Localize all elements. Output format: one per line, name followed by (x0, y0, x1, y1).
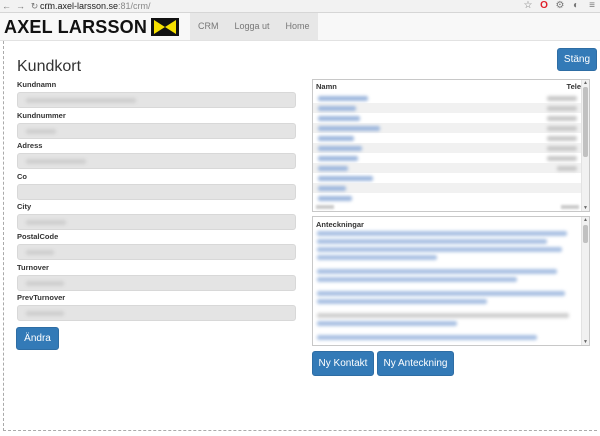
contact-row[interactable] (313, 123, 583, 133)
notes-title: Anteckningar (316, 220, 364, 229)
menu-icon[interactable]: ≡ (587, 1, 597, 11)
url-path: :81/crm/ (118, 1, 151, 11)
turnover-field[interactable] (17, 275, 296, 291)
kundnamn-field[interactable] (17, 92, 296, 108)
field-label-kundnummer: Kundnummer (17, 111, 66, 120)
field-label-city: City (17, 202, 32, 211)
field-label-co: Co (17, 172, 27, 181)
address-bar[interactable]: crm.axel-larsson.se:81/crm/ (40, 0, 151, 13)
postalcode-field[interactable] (17, 244, 296, 260)
new-note-button[interactable]: Ny Anteckning (377, 351, 454, 376)
co-field[interactable] (17, 184, 296, 200)
new-contact-button[interactable]: Ny Kontakt (312, 351, 374, 376)
scroll-down-icon[interactable]: ▼ (582, 339, 589, 345)
kundnummer-field[interactable] (17, 123, 296, 139)
menu-item-logout[interactable]: Logga ut (227, 13, 278, 40)
brand-logo[interactable]: AXEL LARSSON (4, 16, 180, 37)
contacts-scrollbar[interactable]: ▲ ▼ (581, 80, 589, 211)
contact-row[interactable] (313, 113, 583, 123)
column-header-phone: Tele (566, 82, 581, 91)
contact-row[interactable] (313, 143, 583, 153)
field-label-kundnamn: Kundnamn (17, 80, 57, 89)
scroll-up-icon[interactable]: ▲ (582, 217, 589, 223)
column-header-name: Namn (316, 82, 337, 91)
browser-toolbar: ← → ↻ □ crm.axel-larsson.se:81/crm/ ☆ O … (0, 0, 600, 13)
menu-item-crm[interactable]: CRM (190, 13, 227, 40)
menu-item-home[interactable]: Home (278, 13, 318, 40)
brand-name: AXEL LARSSON (4, 16, 148, 37)
extension-icon-2[interactable]: ◐ (571, 1, 581, 11)
flag-icon (151, 18, 180, 36)
contact-row[interactable] (313, 93, 583, 103)
edit-button[interactable]: Ändra (16, 327, 59, 350)
contact-row[interactable] (313, 193, 583, 203)
notes-scrollbar[interactable]: ▲ ▼ (581, 217, 589, 345)
field-label-prevturnover: PrevTurnover (17, 293, 66, 302)
app-navbar: AXEL LARSSON CRM Logga ut Home (0, 13, 600, 41)
url-host: crm.axel-larsson.se (40, 1, 119, 11)
scroll-thumb[interactable] (583, 87, 588, 157)
scroll-thumb[interactable] (583, 225, 588, 243)
contact-row[interactable] (313, 133, 583, 143)
contact-row[interactable] (313, 163, 583, 173)
extension-icon[interactable]: ⚙ (555, 1, 565, 11)
contact-row[interactable] (313, 173, 583, 183)
field-label-postalcode: PostalCode (17, 232, 59, 241)
scroll-down-icon[interactable]: ▼ (582, 205, 589, 211)
forward-icon[interactable]: → (16, 0, 25, 13)
contacts-footer (313, 205, 583, 211)
contact-row[interactable] (313, 183, 583, 193)
prevturnover-field[interactable] (17, 305, 296, 321)
reload-icon[interactable]: ↻ (30, 0, 39, 13)
contacts-table[interactable]: Namn Tele ▲ ▼ (312, 79, 590, 212)
city-field[interactable] (17, 214, 296, 230)
opera-icon[interactable]: O (539, 1, 549, 11)
field-label-turnover: Turnover (17, 263, 49, 272)
notes-panel[interactable]: Anteckningar ▲ ▼ (312, 216, 590, 346)
bookmark-star-icon[interactable]: ☆ (523, 1, 533, 11)
page-title: Kundkort (17, 58, 82, 75)
main-menu: CRM Logga ut Home (190, 13, 318, 40)
field-label-adress: Adress (17, 141, 43, 150)
adress-field[interactable] (17, 153, 296, 169)
contact-row[interactable] (313, 103, 583, 113)
contacts-header: Namn Tele (313, 80, 583, 92)
close-button[interactable]: Stäng (557, 48, 597, 71)
back-icon[interactable]: ← (2, 0, 11, 13)
scroll-up-icon[interactable]: ▲ (582, 80, 589, 86)
contact-row[interactable] (313, 153, 583, 163)
